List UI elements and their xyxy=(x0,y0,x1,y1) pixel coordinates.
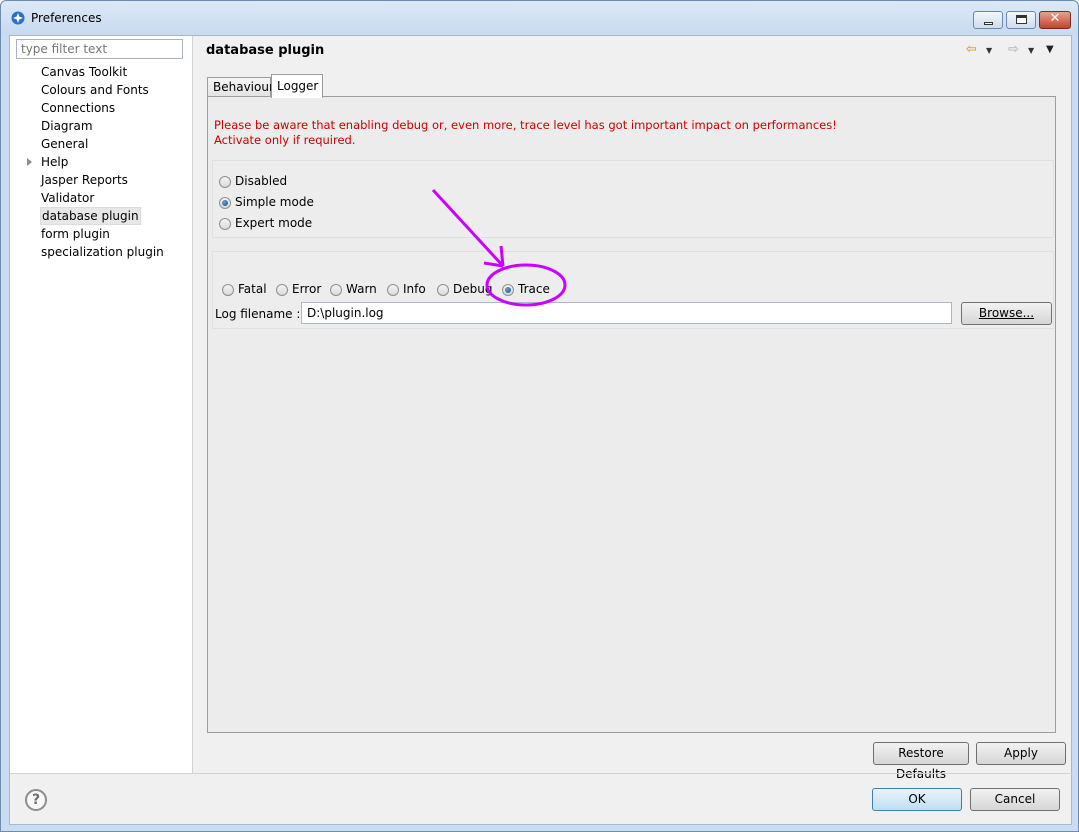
restore-defaults-button[interactable]: Restore Defaults xyxy=(873,742,969,781)
tree-item-colours-and-fonts[interactable]: Colours and Fonts xyxy=(10,81,193,99)
tree-item-connections[interactable]: Connections xyxy=(10,99,193,117)
preference-page: database plugin ⇦ ▼ ⇨ ▼ ▼ Behaviour Logg… xyxy=(194,36,1072,781)
apply-button[interactable]: Apply xyxy=(976,742,1066,765)
tree-item-label: Connections xyxy=(41,101,116,115)
tree-item-label: Diagram xyxy=(41,119,93,133)
log-level-group: Fatal Error Warn Info Debug Trace Log fi… xyxy=(212,251,1054,329)
radio-button[interactable] xyxy=(387,283,399,296)
radio-button[interactable] xyxy=(276,283,288,296)
minimize-icon xyxy=(984,22,993,25)
radio-simple-mode[interactable]: Simple mode xyxy=(219,194,314,210)
log-filename-input[interactable] xyxy=(301,302,952,324)
back-arrow-icon[interactable]: ⇦ xyxy=(966,42,977,58)
view-menu-icon[interactable]: ▼ xyxy=(1046,42,1054,58)
tree-item-form-plugin[interactable]: form plugin xyxy=(10,225,193,243)
tree-item-label: Colours and Fonts xyxy=(41,83,149,97)
page-navigation: ⇦ ▼ ⇨ ▼ ▼ xyxy=(966,42,1066,58)
tab-behaviour[interactable]: Behaviour xyxy=(207,77,274,97)
log-filename-label: Log filename : xyxy=(215,307,301,321)
radio-label: Warn xyxy=(346,282,377,296)
performance-warning: Please be aware that enabling debug or, … xyxy=(214,118,837,148)
logger-tab-panel: Please be aware that enabling debug or, … xyxy=(207,96,1056,733)
title-bar[interactable]: Preferences ✕ xyxy=(1,1,1078,35)
tree-item-canvas-toolkit[interactable]: Canvas Toolkit xyxy=(10,63,193,81)
maximize-icon xyxy=(1016,15,1027,24)
tab-logger[interactable]: Logger xyxy=(271,74,323,98)
radio-warn[interactable]: Warn xyxy=(330,281,377,297)
radio-label: Info xyxy=(403,282,426,296)
radio-label: Disabled xyxy=(235,174,288,188)
preferences-window: Preferences ✕ Canvas Toolkit Colours and… xyxy=(0,0,1079,832)
filter-input[interactable] xyxy=(16,39,183,59)
page-title: database plugin xyxy=(206,43,325,58)
radio-trace[interactable]: Trace xyxy=(502,281,550,297)
help-icon[interactable]: ? xyxy=(25,789,47,811)
radio-label: Simple mode xyxy=(235,195,314,209)
close-button[interactable]: ✕ xyxy=(1039,11,1071,29)
minimize-button[interactable] xyxy=(973,11,1003,29)
tree-item-label: database plugin xyxy=(40,207,141,225)
browse-button[interactable]: Browse... xyxy=(961,302,1052,325)
window-title: Preferences xyxy=(31,11,102,25)
maximize-button[interactable] xyxy=(1006,11,1036,29)
tree-item-label: form plugin xyxy=(41,227,110,241)
tree-item-label: General xyxy=(41,137,89,151)
radio-label: Error xyxy=(292,282,322,296)
radio-disabled[interactable]: Disabled xyxy=(219,173,287,189)
dialog-body: Canvas Toolkit Colours and Fonts Connect… xyxy=(9,35,1073,825)
preference-tree-pane: Canvas Toolkit Colours and Fonts Connect… xyxy=(10,36,193,773)
tree-item-label: Validator xyxy=(41,191,95,205)
chevron-down-icon[interactable]: ▼ xyxy=(986,43,992,59)
radio-label: Expert mode xyxy=(235,216,313,230)
tree-item-general[interactable]: General xyxy=(10,135,193,153)
tree-item-database-plugin[interactable]: database plugin xyxy=(10,207,193,225)
chevron-down-icon[interactable]: ▼ xyxy=(1028,43,1034,59)
tree-item-specialization-plugin[interactable]: specialization plugin xyxy=(10,243,193,261)
tree-item-diagram[interactable]: Diagram xyxy=(10,117,193,135)
tree-item-label: Jasper Reports xyxy=(41,173,128,187)
close-icon: ✕ xyxy=(1049,11,1061,26)
radio-error[interactable]: Error xyxy=(276,281,321,297)
warning-line-2: Activate only if required. xyxy=(214,133,356,147)
tree-item-label: specialization plugin xyxy=(41,245,164,259)
tree-item-label: Help xyxy=(41,155,69,169)
forward-arrow-icon[interactable]: ⇨ xyxy=(1008,42,1019,58)
radio-button[interactable] xyxy=(219,196,231,209)
preferences-app-icon xyxy=(11,11,25,25)
radio-button[interactable] xyxy=(219,217,231,230)
radio-expert-mode[interactable]: Expert mode xyxy=(219,215,312,231)
radio-label: Fatal xyxy=(238,282,267,296)
cancel-button[interactable]: Cancel xyxy=(970,788,1060,811)
radio-label: Debug xyxy=(453,282,493,296)
radio-button[interactable] xyxy=(502,283,514,296)
tree-item-validator[interactable]: Validator xyxy=(10,189,193,207)
radio-button[interactable] xyxy=(330,283,342,296)
tree-item-help[interactable]: Help xyxy=(10,153,193,171)
expand-triangle-icon[interactable] xyxy=(27,158,32,166)
radio-button[interactable] xyxy=(219,175,231,188)
radio-button[interactable] xyxy=(222,283,234,296)
ok-button[interactable]: OK xyxy=(872,788,962,811)
radio-button[interactable] xyxy=(437,283,449,296)
mode-group: Disabled Simple mode Expert mode xyxy=(212,160,1054,238)
preference-tree: Canvas Toolkit Colours and Fonts Connect… xyxy=(10,63,193,261)
radio-info[interactable]: Info xyxy=(387,281,426,297)
warning-line-1: Please be aware that enabling debug or, … xyxy=(214,118,837,132)
radio-label: Trace xyxy=(518,282,550,296)
radio-fatal[interactable]: Fatal xyxy=(222,281,267,297)
radio-debug[interactable]: Debug xyxy=(437,281,492,297)
tree-item-label: Canvas Toolkit xyxy=(41,65,128,79)
tree-item-jasper-reports[interactable]: Jasper Reports xyxy=(10,171,193,189)
footer-divider xyxy=(10,773,1073,774)
